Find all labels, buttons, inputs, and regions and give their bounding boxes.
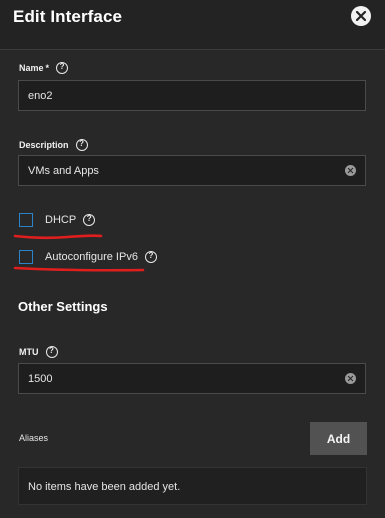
aliases-label: Aliases	[19, 433, 49, 443]
required-mark: *	[45, 63, 50, 73]
aliases-empty-state: No items have been added yet.	[18, 467, 367, 505]
name-label: Name	[19, 63, 44, 73]
ipv6-row: Autoconfigure IPv6	[19, 250, 157, 264]
ipv6-help-icon[interactable]	[144, 251, 157, 263]
description-input-value: VMs and Apps	[28, 165, 99, 177]
clear-mtu-icon[interactable]	[345, 373, 356, 384]
red-underline-ipv6	[13, 266, 145, 272]
description-label: Description	[19, 140, 69, 150]
name-help-icon[interactable]	[56, 62, 69, 74]
mtu-input-value: 1500	[28, 373, 53, 385]
mtu-label-row: MTU	[19, 346, 58, 358]
name-input-value: eno2	[28, 90, 53, 102]
dhcp-row: DHCP	[19, 213, 96, 227]
description-help-icon[interactable]	[75, 139, 88, 151]
mtu-help-icon[interactable]	[45, 346, 58, 358]
panel-title: Edit Interface	[13, 7, 123, 26]
clear-description-icon[interactable]	[345, 165, 356, 176]
other-settings-heading: Other Settings	[18, 299, 108, 314]
ipv6-checkbox[interactable]	[19, 250, 33, 264]
description-label-row: Description	[19, 139, 88, 151]
add-alias-button[interactable]: Add	[310, 422, 367, 455]
name-input[interactable]: eno2	[18, 80, 366, 111]
red-underline-dhcp	[13, 234, 103, 240]
close-button[interactable]	[351, 6, 371, 26]
dhcp-checkbox[interactable]	[19, 213, 33, 227]
mtu-input[interactable]: 1500	[18, 363, 366, 394]
mtu-label: MTU	[19, 347, 39, 357]
edit-interface-panel: Edit Interface Name* eno2 Description VM…	[0, 0, 385, 518]
name-label-row: Name *	[19, 62, 69, 74]
aliases-empty-text: No items have been added yet.	[28, 481, 181, 493]
dhcp-help-icon[interactable]	[83, 214, 96, 226]
description-input[interactable]: VMs and Apps	[18, 155, 366, 186]
ipv6-label: Autoconfigure IPv6	[45, 251, 138, 263]
dhcp-label: DHCP	[45, 214, 77, 226]
panel-header: Edit Interface	[0, 0, 385, 50]
close-icon	[355, 10, 367, 22]
